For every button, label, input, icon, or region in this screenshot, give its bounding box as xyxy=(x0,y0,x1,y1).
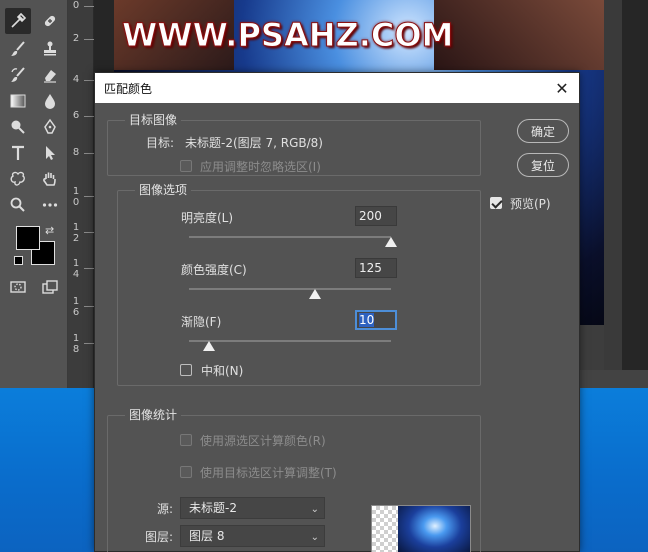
image-options-group-label: 图像选项 xyxy=(135,181,192,198)
ruler-tick xyxy=(84,116,94,117)
ruler-tick xyxy=(84,196,94,197)
eraser-tool-icon[interactable] xyxy=(37,62,63,88)
luminance-slider-thumb[interactable] xyxy=(385,237,397,247)
color-intensity-input[interactable]: 125 xyxy=(355,258,397,278)
more-tools-icon[interactable] xyxy=(37,192,63,218)
neutralize-checkbox[interactable] xyxy=(180,364,192,376)
target-label: 目标: xyxy=(146,136,175,150)
thumbnail-image xyxy=(398,506,470,552)
luminance-slider-track[interactable] xyxy=(189,236,391,238)
screen-mode-icon[interactable] xyxy=(37,274,63,300)
zoom-tool-icon[interactable] xyxy=(5,192,31,218)
dialog-title: 匹配颜色 xyxy=(104,82,153,96)
layer-select-value: 图层 8 xyxy=(189,529,225,543)
ruler-number: 2 xyxy=(72,33,80,44)
ruler-number: 1 6 xyxy=(72,296,80,318)
ruler-tick xyxy=(84,80,94,81)
color-intensity-label: 颜色强度(C) xyxy=(181,263,247,277)
target-image-group-label: 目标图像 xyxy=(125,111,182,128)
color-intensity-slider-track[interactable] xyxy=(189,288,391,290)
ruler-number: 4 xyxy=(72,74,80,85)
history-brush-tool-icon[interactable] xyxy=(5,62,31,88)
clone-stamp-tool-icon[interactable] xyxy=(37,36,63,62)
eyedropper-tool-icon[interactable] xyxy=(5,8,31,34)
ruler-number: 1 4 xyxy=(72,258,80,280)
match-color-dialog: 匹配颜色 ✕ 目标图像 目标: 未标题-2(图层 7, RGB/8) 应用调整时… xyxy=(94,72,580,552)
source-select[interactable]: 未标题-2 ⌄ xyxy=(180,497,325,519)
ruler-number: 1 0 xyxy=(72,186,80,208)
preview-checkbox[interactable] xyxy=(490,197,502,209)
chevron-down-icon: ⌄ xyxy=(310,532,319,543)
chevron-down-icon: ⌄ xyxy=(310,504,319,515)
blur-tool-icon[interactable] xyxy=(37,88,63,114)
use-target-selection-label: 使用目标选区计算调整(T) xyxy=(200,466,337,480)
ruler-number: 1 2 xyxy=(72,222,80,244)
source-thumbnail-preview xyxy=(371,505,471,552)
pen-tool-icon[interactable] xyxy=(37,114,63,140)
luminance-input[interactable]: 200 xyxy=(355,206,397,226)
fade-input[interactable]: 10 xyxy=(355,310,397,330)
source-select-value: 未标题-2 xyxy=(189,501,237,515)
neutralize-label: 中和(N) xyxy=(201,364,244,378)
brush-tool-icon[interactable] xyxy=(5,36,31,62)
use-source-selection-label: 使用源选区计算颜色(R) xyxy=(200,434,326,448)
tools-panel: ⇄ xyxy=(0,0,68,388)
ruler-number: 1 8 xyxy=(72,333,80,355)
dodge-tool-icon[interactable] xyxy=(5,114,31,140)
path-selection-tool-icon[interactable] xyxy=(37,140,63,166)
custom-shape-tool-icon[interactable] xyxy=(5,166,31,192)
ruler-number: 6 xyxy=(72,110,80,121)
color-intensity-slider-thumb[interactable] xyxy=(309,289,322,299)
ruler-tick xyxy=(84,268,94,269)
ruler-tick xyxy=(84,232,94,233)
healing-brush-tool-icon[interactable] xyxy=(37,8,63,34)
vertical-ruler: 0 2 4 6 8 1 0 1 2 1 4 1 6 1 8 xyxy=(68,0,94,388)
layer-select[interactable]: 图层 8 ⌄ xyxy=(180,525,325,547)
source-label: 源: xyxy=(157,502,174,516)
use-target-selection-checkbox[interactable] xyxy=(180,466,192,478)
reset-button[interactable]: 复位 xyxy=(517,153,569,177)
dialog-titlebar[interactable]: 匹配颜色 ✕ xyxy=(95,73,579,103)
preview-label: 预览(P) xyxy=(510,197,551,211)
canvas-scroll-area xyxy=(604,0,622,370)
image-statistics-group-label: 图像统计 xyxy=(125,406,182,423)
watermark-text: WWW.PSAHZ.COM xyxy=(121,16,454,55)
ruler-number: 0 xyxy=(72,0,80,11)
fade-slider-track[interactable] xyxy=(189,340,391,342)
swap-colors-icon[interactable]: ⇄ xyxy=(45,224,54,237)
ruler-tick xyxy=(84,39,94,40)
fade-input-value: 10 xyxy=(359,313,375,327)
ruler-tick xyxy=(84,153,94,154)
close-icon[interactable]: ✕ xyxy=(551,77,573,99)
ruler-tick xyxy=(84,343,94,344)
gradient-tool-icon[interactable] xyxy=(5,88,31,114)
foreground-color-swatch[interactable] xyxy=(16,226,40,250)
ignore-selection-checkbox[interactable] xyxy=(180,160,192,172)
quick-mask-icon[interactable] xyxy=(5,274,31,300)
type-tool-icon[interactable] xyxy=(5,140,31,166)
fade-label: 渐隐(F) xyxy=(181,315,222,329)
ok-button[interactable]: 确定 xyxy=(517,119,569,143)
ruler-tick xyxy=(84,6,94,7)
ignore-selection-label: 应用调整时忽略选区(I) xyxy=(200,160,321,174)
layer-label: 图层: xyxy=(145,530,174,544)
luminance-label: 明亮度(L) xyxy=(181,211,234,225)
hand-tool-icon[interactable] xyxy=(37,166,63,192)
target-value: 未标题-2(图层 7, RGB/8) xyxy=(185,136,323,150)
use-source-selection-checkbox[interactable] xyxy=(180,434,192,446)
ruler-tick xyxy=(84,306,94,307)
fade-slider-thumb[interactable] xyxy=(203,341,216,351)
ruler-number: 8 xyxy=(72,147,80,158)
default-colors-icon[interactable] xyxy=(14,256,23,265)
